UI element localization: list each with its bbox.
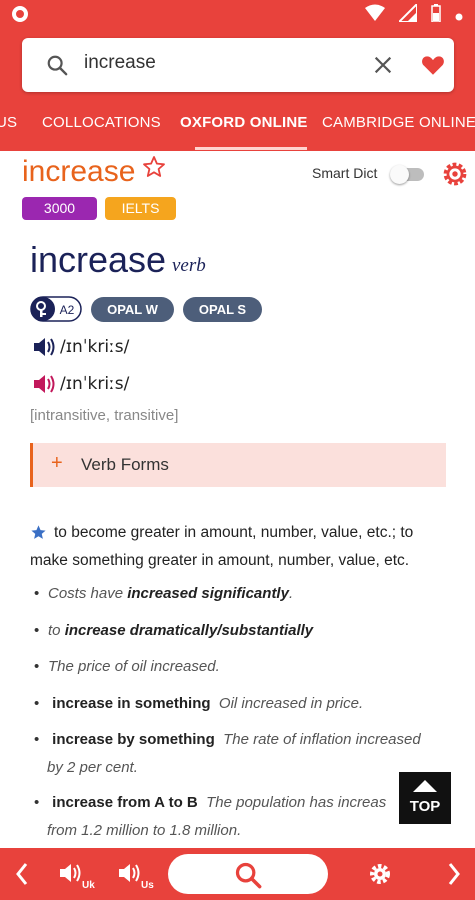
example-item: • Costs have increased significantly. bbox=[34, 585, 294, 602]
verb-forms-label: Verb Forms bbox=[81, 455, 169, 474]
verb-forms-expander[interactable]: + Verb Forms bbox=[30, 443, 446, 487]
tab-collocations[interactable]: COLLOCATIONS bbox=[42, 114, 161, 131]
plus-icon: + bbox=[51, 452, 63, 474]
bottom-toolbar: Uk Us bbox=[0, 848, 475, 900]
scroll-top-label: TOP bbox=[409, 798, 441, 815]
speaker-uk-icon[interactable] bbox=[32, 336, 56, 358]
star-outline-icon[interactable] bbox=[142, 155, 166, 179]
badge-3000: 3000 bbox=[22, 197, 97, 220]
gear-icon[interactable] bbox=[442, 161, 468, 187]
status-indicator-icon bbox=[12, 6, 28, 22]
search-icon bbox=[47, 55, 68, 76]
headword: increase bbox=[30, 239, 167, 280]
us-label: Us bbox=[141, 880, 154, 891]
pronunciation-us: /ɪnˈkriːs/ bbox=[60, 374, 130, 394]
opal-s-badge[interactable]: OPAL S bbox=[183, 297, 262, 322]
tab-oxford-online[interactable]: OXFORD ONLINE bbox=[180, 114, 308, 131]
speak-us-button[interactable]: Us bbox=[117, 848, 161, 900]
bottom-search-button[interactable] bbox=[168, 854, 328, 894]
smart-dict-toggle[interactable] bbox=[390, 165, 424, 184]
battery-icon bbox=[431, 4, 441, 26]
uk-label: Uk bbox=[82, 880, 95, 891]
status-bar bbox=[0, 0, 475, 28]
badge-ielts: IELTS bbox=[105, 197, 176, 220]
entry-content[interactable]: increase 3000 IELTS Smart Dict increase … bbox=[0, 151, 475, 848]
example-item: • to increase dramatically/substantially bbox=[34, 622, 314, 639]
oxford-level-icon: A2 bbox=[30, 296, 82, 322]
app-header: increase US COLLOCATIONS OXFORD ONLINE C… bbox=[0, 28, 475, 151]
scroll-top-button[interactable]: TOP bbox=[399, 772, 451, 824]
entry-title: increase bbox=[22, 155, 136, 188]
example-item: • increase in something Oil increased in… bbox=[34, 695, 364, 712]
search-input[interactable]: increase bbox=[84, 52, 156, 74]
speaker-icon bbox=[119, 864, 140, 882]
tab-cambridge-online[interactable]: CAMBRIDGE ONLINE bbox=[322, 114, 475, 131]
search-box[interactable]: increase bbox=[22, 38, 454, 92]
close-icon[interactable] bbox=[372, 54, 394, 76]
part-of-speech: verb bbox=[172, 255, 206, 276]
wifi-icon bbox=[365, 4, 385, 26]
example-item: • increase by something The rate of infl… bbox=[34, 731, 421, 776]
grammar-note: [intransitive, transitive] bbox=[30, 407, 179, 424]
pronunciation-uk: /ɪnˈkriːs/ bbox=[60, 337, 130, 357]
notification-dot-icon bbox=[455, 6, 463, 25]
arrow-up-icon bbox=[413, 780, 437, 792]
tab-bar: US COLLOCATIONS OXFORD ONLINE CAMBRIDGE … bbox=[0, 110, 475, 151]
example-item: • increase from A to B The population ha… bbox=[34, 794, 387, 839]
smart-dict-label: Smart Dict bbox=[312, 165, 378, 181]
opal-w-badge[interactable]: OPAL W bbox=[91, 297, 174, 322]
chevron-left-icon[interactable] bbox=[12, 848, 32, 900]
speaker-icon bbox=[60, 864, 81, 882]
heart-icon[interactable] bbox=[420, 52, 446, 78]
definition: to become greater in amount, number, val… bbox=[30, 524, 414, 569]
chevron-right-icon[interactable] bbox=[444, 848, 464, 900]
level-label: A2 bbox=[60, 303, 75, 317]
speaker-us-icon[interactable] bbox=[32, 373, 56, 395]
signal-icon bbox=[396, 1, 418, 26]
active-tab-indicator bbox=[195, 147, 307, 150]
speak-uk-button[interactable]: Uk bbox=[58, 848, 102, 900]
example-item: • The price of oil increased. bbox=[34, 658, 220, 675]
search-icon bbox=[235, 862, 262, 889]
gear-icon[interactable] bbox=[368, 848, 392, 900]
tab-us[interactable]: US bbox=[0, 114, 17, 131]
